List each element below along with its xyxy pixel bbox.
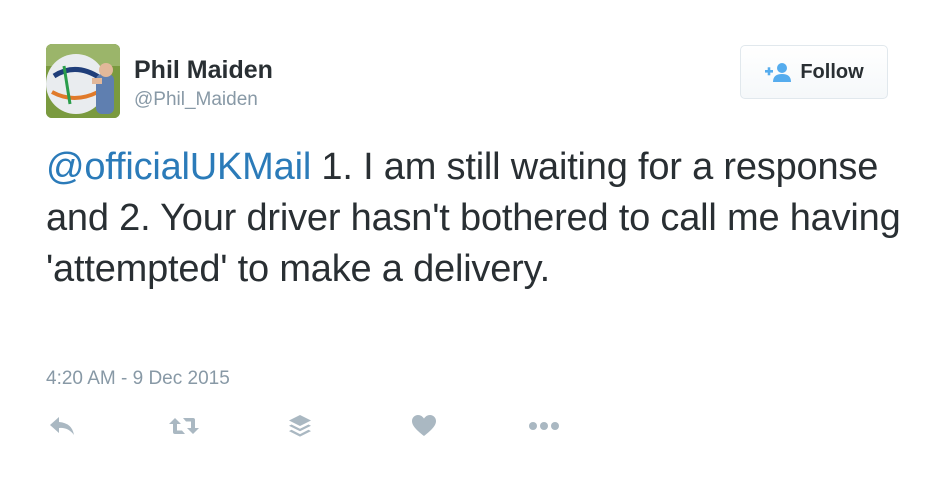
reply-icon <box>50 417 74 435</box>
like-button[interactable] <box>408 410 440 442</box>
stack-icon <box>289 415 311 437</box>
buffer-button[interactable] <box>284 410 316 442</box>
tweet-timestamp[interactable]: 4:20 AM - 9 Dec 2015 <box>46 368 230 390</box>
heart-icon <box>412 415 436 436</box>
add-user-icon <box>765 63 792 82</box>
more-button[interactable] <box>528 410 560 442</box>
user-handle[interactable]: @Phil_Maiden <box>134 89 258 111</box>
follow-label: Follow <box>800 60 864 83</box>
tweet-text: @officialUKMail 1. I am still waiting fo… <box>46 142 906 295</box>
user-name[interactable]: Phil Maiden <box>134 56 273 85</box>
reply-button[interactable] <box>46 410 78 442</box>
user-avatar[interactable] <box>46 44 120 118</box>
football-photo-avatar-icon <box>46 44 120 118</box>
follow-button[interactable]: Follow <box>740 45 888 99</box>
retweet-button[interactable] <box>168 410 200 442</box>
retweet-icon <box>169 418 199 434</box>
mention-link[interactable]: @officialUKMail <box>46 146 311 188</box>
tweet-card: Phil Maiden @Phil_Maiden Follow @officia… <box>0 0 939 484</box>
more-icon <box>529 422 559 430</box>
